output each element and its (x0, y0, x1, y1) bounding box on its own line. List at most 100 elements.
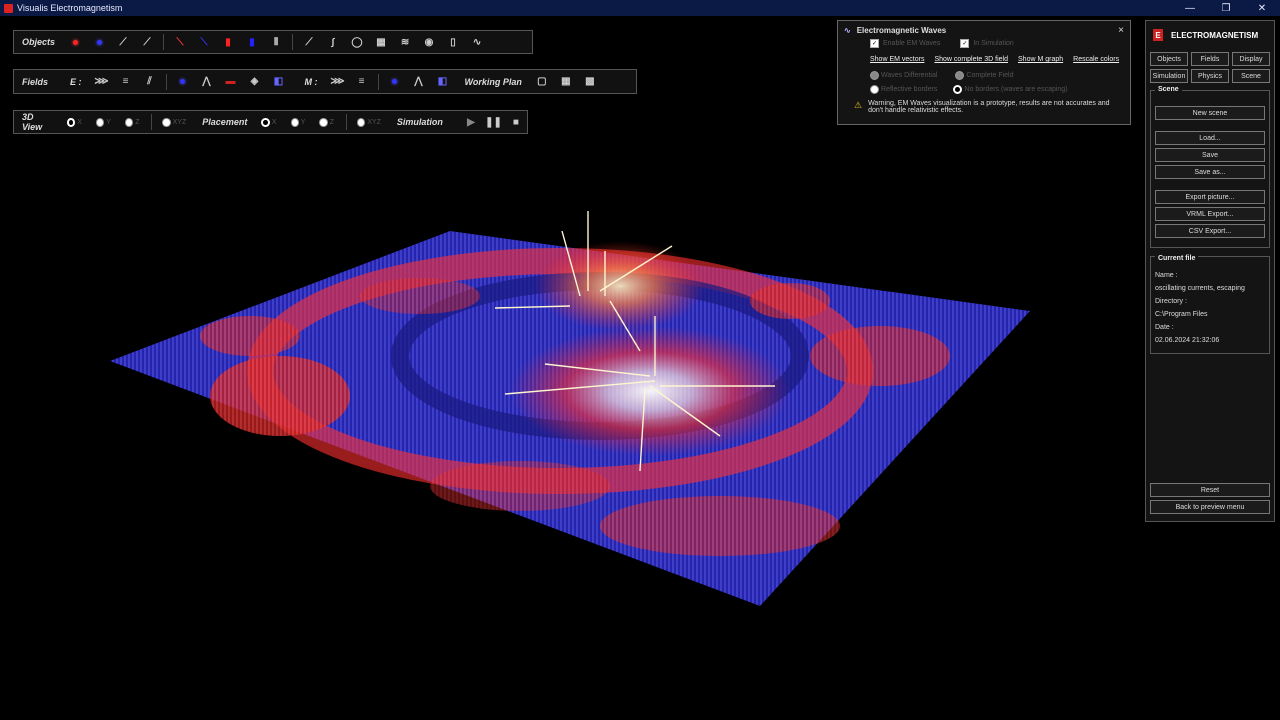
capacitor-icon[interactable]: ⦀ (267, 34, 285, 50)
tab-physics[interactable]: Physics (1191, 69, 1229, 83)
waves-differential-label: Waves Differential (881, 72, 938, 79)
wave-source-icon[interactable]: ∿ (468, 34, 486, 50)
objects-toolbar: Objects ⟋ ⟋ ⟍ ⟍ ▮ ▮ ⦀ ⟋ ∫ ◯ ▦ ≋ ◉ ▯ ∿ (13, 30, 533, 54)
moving-negative-charge-icon[interactable]: ⟋ (138, 34, 156, 50)
m-field-label: M : (304, 76, 318, 87)
m-graph-icon[interactable]: ⋀ (410, 74, 428, 90)
show-em-vectors-link[interactable]: Show EM vectors (870, 56, 924, 63)
solenoid-icon[interactable]: ≋ (396, 34, 414, 50)
tab-display[interactable]: Display (1232, 52, 1270, 66)
load-button[interactable]: Load... (1155, 131, 1265, 145)
tab-simulation[interactable]: Simulation (1150, 69, 1188, 83)
positive-plate-icon[interactable]: ▮ (219, 34, 237, 50)
moving-charge-icon[interactable]: ⟋ (114, 34, 132, 50)
3d-view-label: 3D View (22, 112, 43, 132)
em-waves-panel: ∿ Electromagnetic Waves × ✓ Enable EM Wa… (837, 20, 1131, 125)
save-button[interactable]: Save (1155, 148, 1265, 162)
tab-fields[interactable]: Fields (1191, 52, 1229, 66)
play-icon[interactable]: ▶ (463, 114, 479, 130)
m-field-lines-icon[interactable]: ⋙ (329, 74, 347, 90)
view-y-radio[interactable] (95, 117, 105, 127)
close-window-button[interactable]: ✕ (1244, 0, 1280, 16)
scene-section: Scene New scene Load... Save Save as... … (1150, 86, 1270, 248)
in-simulation-checkbox[interactable]: ✓ (960, 39, 970, 48)
view-x-label: X (77, 118, 82, 126)
minimize-button[interactable]: — (1172, 0, 1208, 16)
app-icon (4, 3, 13, 13)
plan-dense-grid-icon[interactable]: ▩ (581, 74, 599, 90)
m-potential-icon[interactable] (386, 74, 404, 90)
m-flux-icon[interactable]: ◧ (434, 74, 452, 90)
placement-xyz-label: XYZ (367, 118, 381, 126)
m-field-vectors-icon[interactable]: ≡ (353, 74, 371, 90)
coil-icon[interactable]: ▦ (372, 34, 390, 50)
view-x-radio[interactable] (66, 117, 76, 127)
wire-icon[interactable]: ⟋ (300, 34, 318, 50)
view-z-radio[interactable] (124, 117, 134, 127)
e-intensity-icon[interactable]: ▬ (222, 74, 240, 90)
placement-y-radio[interactable] (290, 117, 299, 127)
scene-section-title: Scene (1155, 86, 1182, 93)
file-name-value: oscillating currents, escaping (1155, 285, 1245, 292)
view-xyz-label: XYZ (172, 118, 187, 126)
directory-label: Directory : (1155, 298, 1187, 305)
e-flux-icon[interactable]: ◧ (270, 74, 288, 90)
e-graph-icon[interactable]: ⋀ (198, 74, 216, 90)
enable-em-waves-label: Enable EM Waves (883, 40, 941, 47)
no-borders-radio[interactable] (953, 85, 963, 94)
e-surface-icon[interactable]: ◈ (246, 74, 264, 90)
show-complete-3d-field-link[interactable]: Show complete 3D field (934, 56, 1008, 63)
positive-line-icon[interactable]: ⟍ (171, 34, 189, 50)
e-field-vectors-icon[interactable]: ≡ (117, 74, 135, 90)
placement-z-radio[interactable] (319, 117, 328, 127)
back-to-preview-button[interactable]: Back to preview menu (1150, 500, 1270, 514)
negative-charge-icon[interactable] (90, 34, 108, 50)
new-scene-button[interactable]: New scene (1155, 106, 1265, 120)
view-z-label: Z (135, 118, 140, 126)
placement-x-label: X (271, 118, 277, 126)
em-waves-icon: ∿ (844, 26, 851, 35)
placement-xyz-radio[interactable] (356, 117, 366, 127)
curved-wire-icon[interactable]: ∫ (324, 34, 342, 50)
enable-em-waves-checkbox[interactable]: ✓ (870, 39, 879, 48)
negative-line-icon[interactable]: ⟍ (195, 34, 213, 50)
magnet-icon[interactable]: ▯ (444, 34, 462, 50)
e-field-label: E : (70, 76, 82, 87)
loop-icon[interactable]: ◯ (348, 34, 366, 50)
window-title: Visualis Electromagnetism (17, 3, 123, 13)
e-field-lines-icon[interactable]: ⋙ (93, 74, 111, 90)
directory-value: C:\Program Files (1155, 311, 1208, 318)
maximize-button[interactable]: ❐ (1208, 0, 1244, 16)
negative-plate-icon[interactable]: ▮ (243, 34, 261, 50)
e-field-grid-icon[interactable]: ⫽ (141, 74, 159, 90)
placement-y-label: Y (300, 118, 306, 126)
placement-label: Placement (202, 117, 248, 127)
positive-charge-icon[interactable] (66, 34, 84, 50)
plan-grid-icon[interactable]: ▦ (557, 74, 575, 90)
placement-x-radio[interactable] (261, 117, 270, 127)
show-m-graph-link[interactable]: Show M graph (1018, 56, 1063, 63)
e-potential-icon[interactable] (174, 74, 192, 90)
vrml-export-button[interactable]: VRML Export... (1155, 207, 1265, 221)
right-panel: E ELECTROMAGNETISM Objects Fields Displa… (1145, 20, 1275, 522)
waves-differential-radio[interactable] (870, 71, 879, 80)
rescale-colors-link[interactable]: Rescale colors (1073, 56, 1119, 63)
reflective-borders-radio[interactable] (870, 85, 879, 94)
reset-button[interactable]: Reset (1150, 483, 1270, 497)
export-picture-button[interactable]: Export picture... (1155, 190, 1265, 204)
close-icon[interactable]: × (1118, 25, 1124, 36)
tab-objects[interactable]: Objects (1150, 52, 1188, 66)
complete-field-radio[interactable] (955, 71, 965, 80)
plan-off-icon[interactable]: ▢ (533, 74, 551, 90)
pause-icon[interactable]: ❚❚ (485, 114, 502, 130)
toroid-icon[interactable]: ◉ (420, 34, 438, 50)
simulation-label: Simulation (396, 117, 443, 127)
csv-export-button[interactable]: CSV Export... (1155, 224, 1265, 238)
save-as-button[interactable]: Save as... (1155, 165, 1265, 179)
stop-icon[interactable]: ■ (508, 114, 524, 130)
warning-icon: ⚠ (854, 100, 863, 110)
current-file-title: Current file (1155, 252, 1199, 265)
tab-scene[interactable]: Scene (1232, 69, 1270, 83)
date-value: 02.06.2024 21:32:06 (1155, 337, 1220, 344)
view-xyz-radio[interactable] (162, 117, 171, 127)
